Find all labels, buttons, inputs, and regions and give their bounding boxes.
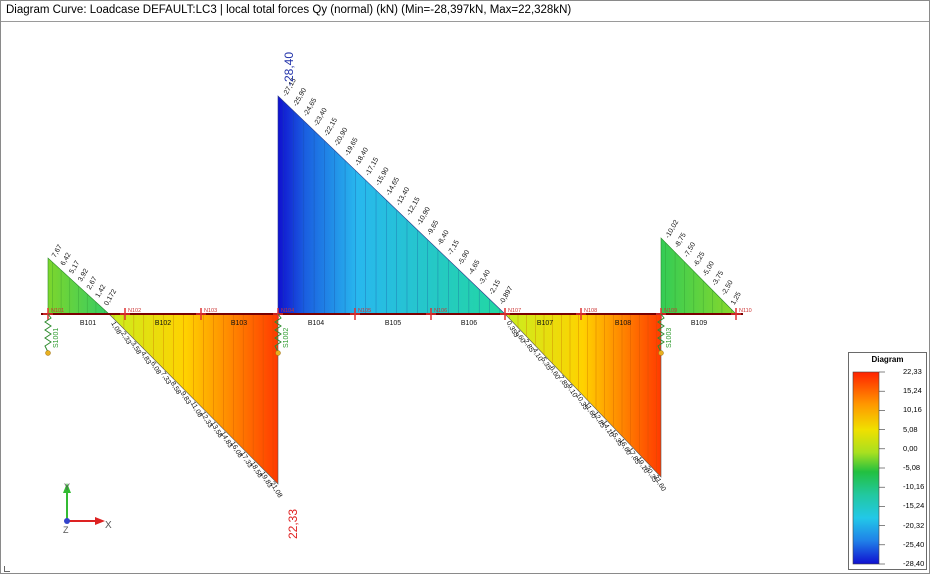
axis-y-label: Y xyxy=(64,482,70,492)
diagram-value-label: -18,40 xyxy=(354,147,370,168)
diagram-value-label: -17,15 xyxy=(364,156,380,177)
diagram-value-label: -19,65 xyxy=(344,137,360,158)
legend-value-label: 22,33 xyxy=(903,367,922,376)
diagram-title: Diagram Curve: Loadcase DEFAULT:LC3 | lo… xyxy=(6,4,572,16)
diagram-value-label: 6,42 xyxy=(60,252,73,267)
node-label: N104 xyxy=(281,308,294,314)
legend-value-label: 0,00 xyxy=(903,443,918,453)
diagram-value-label: -10,90 xyxy=(416,206,432,227)
support-label: S1003 xyxy=(666,328,673,348)
title-bar: Diagram Curve: Loadcase DEFAULT:LC3 | lo… xyxy=(1,1,929,22)
legend-value-label: -28,40 xyxy=(903,559,925,568)
node-label: N110 xyxy=(739,308,752,314)
diagram-fill-b104-b106 xyxy=(277,95,506,315)
diagram-value-label: -7,15 xyxy=(447,239,461,256)
member-label[interactable]: B101 xyxy=(80,320,96,327)
diagram-value-label: -22,15 xyxy=(323,117,339,138)
member-label[interactable]: B107 xyxy=(537,320,553,327)
node-label: N103 xyxy=(204,308,217,314)
support-base-icon xyxy=(658,350,664,356)
node-label: N107 xyxy=(508,308,521,314)
diagram-value-label: 1,42 xyxy=(95,284,108,299)
diagram-value-label: 21,60 xyxy=(652,474,667,493)
diagram-value-label: 7,67 xyxy=(51,244,64,259)
diagram-value-label: -7,50 xyxy=(683,241,697,258)
diagram-value-label: 1,25 xyxy=(730,291,743,306)
legend-color-bar xyxy=(852,371,880,565)
support-base-icon xyxy=(45,350,51,356)
diagram-value-label: 2,67 xyxy=(86,276,99,291)
diagram-value-label: -6,25 xyxy=(692,251,706,268)
diagram-value-label: 21,08 xyxy=(268,481,283,500)
spring-support-icon[interactable] xyxy=(44,313,52,353)
diagram-value-label: -4,65 xyxy=(468,259,482,276)
diagram-value-label: 5,17 xyxy=(68,260,81,275)
diagram-value-label: -2,50 xyxy=(721,279,735,296)
axis-x-arrow-icon xyxy=(95,517,105,525)
axis-triad: X Y Z xyxy=(63,482,112,535)
support-label: S1001 xyxy=(53,328,60,348)
member-label[interactable]: B106 xyxy=(461,320,477,327)
node-label: N105 xyxy=(358,308,371,314)
legend-value-label: -5,08 xyxy=(903,463,921,472)
node-label: N108 xyxy=(584,308,597,314)
legend-value-label: -20,32 xyxy=(903,520,925,530)
resize-corner-icon[interactable] xyxy=(4,566,10,572)
color-legend: Diagram 22,33 15,24 10,16 5,08 0,00 -5,08 -10,… xyxy=(848,352,927,570)
diagram-canvas[interactable]: N101 N102 N103 N104 N105 N106 N107 N108 N109 N110… xyxy=(1,22,929,573)
diagram-value-label: -5,00 xyxy=(702,260,716,277)
diagram-value-label: -24,65 xyxy=(302,97,318,118)
diagram-value-label: -0,897 xyxy=(499,285,515,306)
legend-value-label: 15,24 xyxy=(903,386,922,396)
max-value-label: 22,33 xyxy=(286,509,300,539)
axis-z-dot xyxy=(64,518,70,524)
diagram-value-label: -20,90 xyxy=(333,127,349,148)
node-label: N101 xyxy=(51,308,64,314)
axis-z-label: Z xyxy=(63,525,69,535)
member-label[interactable]: B103 xyxy=(231,320,247,327)
diagram-value-label: -14,65 xyxy=(385,176,401,197)
support-label: S1002 xyxy=(283,328,290,348)
member-label[interactable]: B102 xyxy=(155,320,171,327)
diagram-value-label: 0,172 xyxy=(103,288,118,307)
diagram-value-label: -8,40 xyxy=(437,229,451,246)
node-label: N102 xyxy=(128,308,141,314)
node-label: N109 xyxy=(664,308,677,314)
min-value-label: -28,40 xyxy=(282,52,296,86)
diagram-value-label: -2,15 xyxy=(488,279,502,296)
legend-value-label: 5,08 xyxy=(903,424,918,434)
member-label[interactable]: B108 xyxy=(615,320,631,327)
axis-x-label: X xyxy=(105,520,112,531)
member-label[interactable]: B109 xyxy=(691,320,707,327)
legend-ticks xyxy=(879,371,885,565)
diagram-window: Diagram Curve: Loadcase DEFAULT:LC3 | lo… xyxy=(0,0,930,574)
diagram-value-label: -8,75 xyxy=(674,232,688,249)
diagram-value-label: -13,40 xyxy=(395,186,411,207)
diagram-value-label: -23,40 xyxy=(313,107,329,128)
diagram-value-label: -12,15 xyxy=(406,196,422,217)
support-base-icon xyxy=(275,350,281,356)
legend-value-label: -25,40 xyxy=(903,539,925,549)
diagram-value-label: 3,92 xyxy=(77,268,90,283)
diagram-value-label: -3,40 xyxy=(478,269,492,286)
diagram-value-label: -5,90 xyxy=(457,249,471,266)
legend-value-label: -10,16 xyxy=(903,482,925,492)
diagram-fill-b109 xyxy=(660,237,737,315)
legend-value-label: 10,16 xyxy=(903,405,922,415)
diagram-value-label: -3,75 xyxy=(711,270,725,287)
diagram-value-label: -9,65 xyxy=(426,219,440,236)
node-label: N106 xyxy=(434,308,447,314)
member-label[interactable]: B104 xyxy=(308,320,324,327)
diagram-value-label: -25,90 xyxy=(292,87,308,108)
diagram-value-label: -15,90 xyxy=(375,166,391,187)
member-label[interactable]: B105 xyxy=(385,320,401,327)
legend-value-label: -15,24 xyxy=(903,501,925,511)
